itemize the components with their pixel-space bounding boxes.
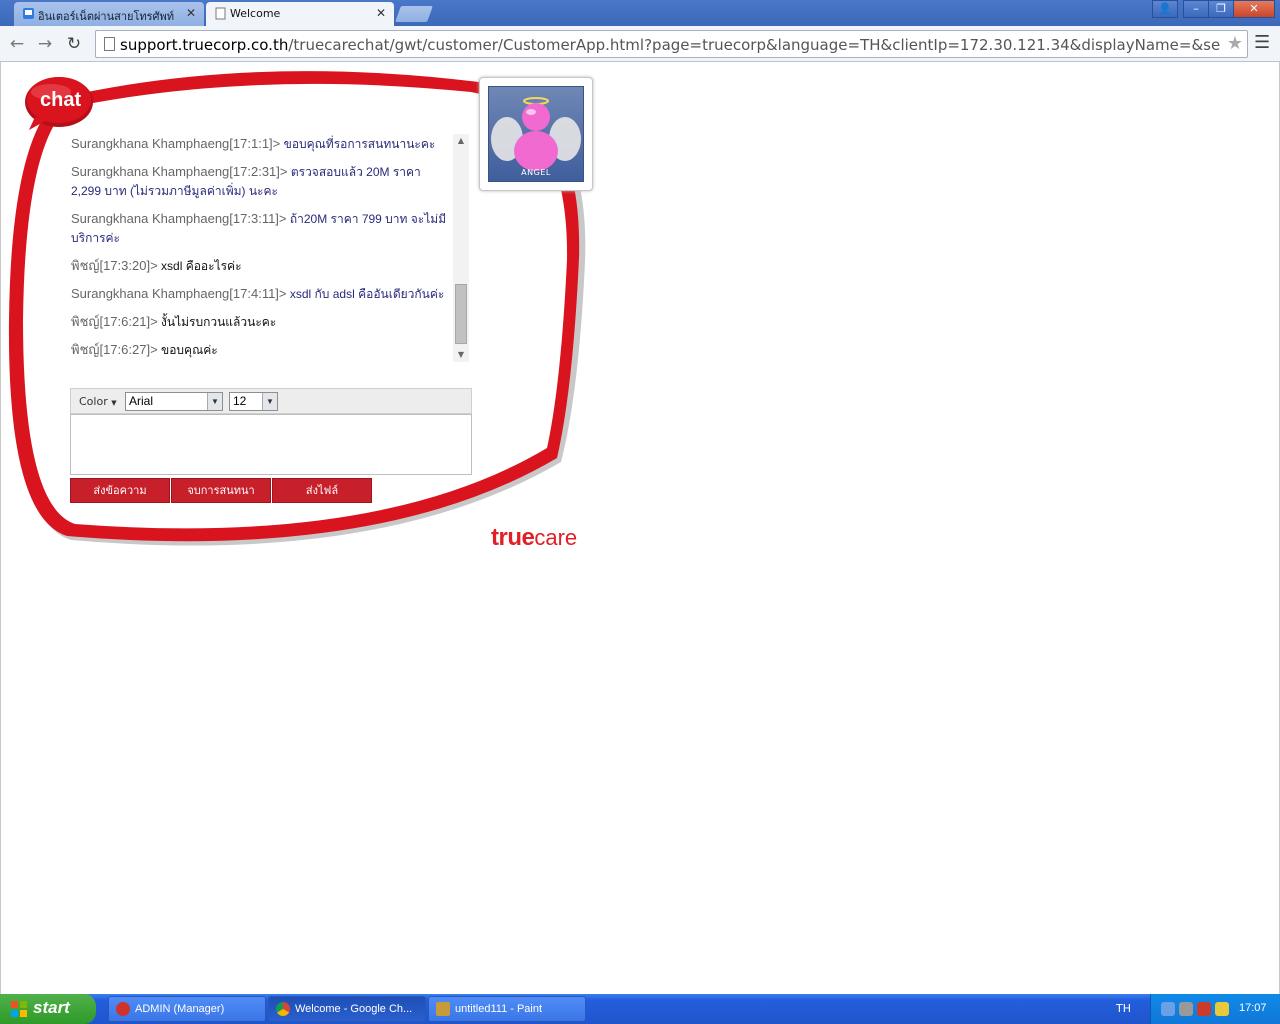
chat-message: พิชญ์[17:6:21]> งั้นไม่รบกวนแล้วนะคะ — [71, 314, 277, 329]
minimize-icon[interactable]: – — [1183, 0, 1209, 18]
menu-icon[interactable]: ☰ — [1254, 32, 1270, 53]
task-admin-manager[interactable]: ADMIN (Manager) — [108, 996, 266, 1022]
messenger-icon[interactable] — [1215, 1002, 1229, 1016]
tab-title: Welcome — [230, 7, 281, 20]
send-message-button[interactable]: ส่งข้อความ — [70, 478, 170, 503]
bookmark-star-icon[interactable]: ★ — [1227, 33, 1243, 54]
security-icon[interactable] — [1179, 1002, 1193, 1016]
chevron-down-icon: ▼ — [207, 393, 222, 410]
text-color-button[interactable]: Color ▼ — [79, 395, 117, 408]
tab-title: อินเตอร์เน็ตผ่านสายโทรศัพท์ — [38, 10, 174, 23]
start-button[interactable]: start — [0, 994, 96, 1024]
web-page-icon — [23, 8, 34, 19]
url-text[interactable]: support.truecorp.co.th/truecarechat/gwt/… — [120, 36, 1220, 54]
message-input[interactable] — [70, 414, 472, 475]
chat-message: พิชญ์[17:3:20]> xsdl คืออะไรค่ะ — [71, 258, 242, 273]
chat-message: Surangkhana Khamphaeng[17:3:11]> ถ้า20M … — [71, 211, 447, 245]
back-arrow-icon[interactable]: ← — [6, 33, 28, 55]
angel-avatar-icon — [491, 97, 581, 171]
scroll-up-arrow-icon[interactable]: ▲ — [453, 134, 469, 148]
agent-avatar-frame: ANGEL — [479, 77, 593, 191]
forward-arrow-icon[interactable]: → — [34, 33, 56, 55]
address-bar[interactable]: support.truecorp.co.th/truecarechat/gwt/… — [95, 30, 1248, 58]
chat-message: Surangkhana Khamphaeng[17:1:1]> ขอบคุณที… — [71, 136, 436, 151]
composer-format-toolbar: Color ▼ Arial ▼ 12 ▼ — [70, 388, 472, 414]
new-tab-button[interactable] — [395, 6, 433, 22]
chevron-down-icon: ▼ — [262, 393, 277, 410]
chat-logo: chat — [40, 89, 82, 111]
windows-flag-icon — [11, 1001, 27, 1017]
paint-icon — [436, 1002, 450, 1016]
language-indicator[interactable]: TH — [1116, 1002, 1131, 1015]
font-family-select[interactable]: Arial ▼ — [125, 392, 223, 411]
browser-tab-strip: อินเตอร์เน็ตผ่านสายโทรศัพท์ ✕ Welcome ✕ … — [0, 0, 1280, 26]
close-icon[interactable]: ✕ — [186, 6, 196, 20]
avatar-label: ANGEL — [521, 168, 551, 177]
clock: 17:07 — [1239, 1002, 1267, 1014]
page-icon — [104, 37, 115, 51]
tab-welcome[interactable]: Welcome ✕ — [206, 2, 394, 26]
chat-message: Surangkhana Khamphaeng[17:4:11]> xsdl กั… — [71, 286, 445, 301]
system-tray: 17:07 — [1150, 994, 1280, 1024]
close-window-icon[interactable]: ✕ — [1233, 0, 1275, 18]
dropdown-arrow-icon: ▼ — [111, 399, 117, 407]
chat-message: พิชญ์[17:6:27]> ขอบคุณค่ะ — [71, 342, 218, 357]
transcript-scrollbar[interactable]: ▲ ▼ — [453, 134, 469, 362]
reload-icon[interactable]: ↻ — [63, 33, 85, 55]
taskbar: start ADMIN (Manager) Welcome - Google C… — [0, 994, 1280, 1024]
end-chat-button[interactable]: จบการสนทนา — [171, 478, 271, 503]
tab-internet-dsl[interactable]: อินเตอร์เน็ตผ่านสายโทรศัพท์ ✕ — [14, 2, 204, 26]
send-file-button[interactable]: ส่งไฟล์ — [272, 478, 372, 503]
chat-message: Surangkhana Khamphaeng[17:2:31]> ตรวจสอบ… — [71, 164, 421, 198]
task-google-chrome[interactable]: Welcome - Google Ch... — [268, 996, 426, 1022]
network-icon[interactable] — [1161, 1002, 1175, 1016]
user-profile-icon[interactable]: 👤 — [1152, 0, 1178, 18]
font-size-select[interactable]: 12 ▼ — [229, 392, 278, 411]
page-content: chat Surangkhana Khamphaeng[17:1:1]> ขอบ… — [0, 62, 1280, 994]
restore-icon[interactable]: ❐ — [1208, 0, 1234, 18]
avatar: ANGEL — [488, 86, 584, 182]
page-icon — [215, 7, 226, 20]
browser-toolbar: ← → ↻ support.truecorp.co.th/truecarecha… — [0, 26, 1280, 62]
chat-transcript: Surangkhana Khamphaeng[17:1:1]> ขอบคุณที… — [71, 134, 447, 362]
scroll-down-arrow-icon[interactable]: ▼ — [453, 348, 469, 362]
app-icon — [116, 1002, 130, 1016]
truecare-logo: truecare — [491, 524, 578, 551]
volume-icon[interactable] — [1197, 1002, 1211, 1016]
chrome-icon — [276, 1002, 290, 1016]
scroll-thumb[interactable] — [455, 284, 467, 344]
task-paint[interactable]: untitled111 - Paint — [428, 996, 586, 1022]
close-icon[interactable]: ✕ — [376, 6, 386, 20]
